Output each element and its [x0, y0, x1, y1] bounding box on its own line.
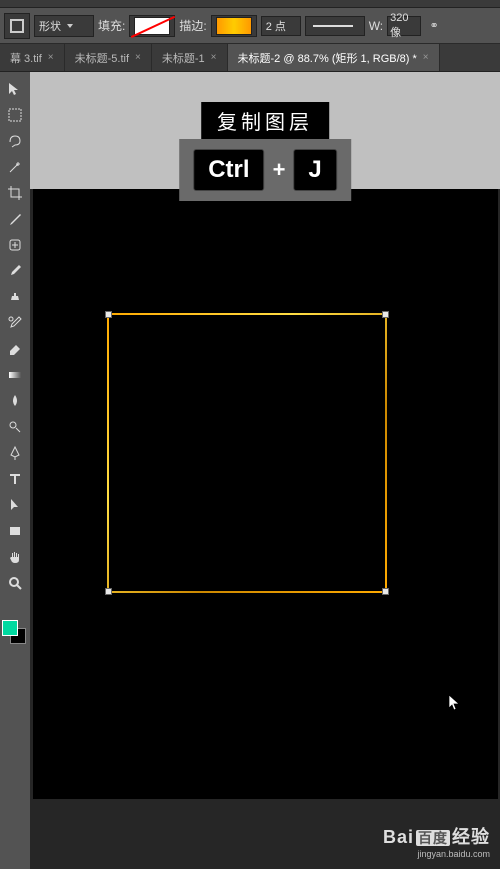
transform-handle[interactable]: [105, 588, 112, 595]
fill-label: 填充:: [98, 17, 125, 34]
shape-mode-label: 形状: [39, 18, 61, 34]
close-icon[interactable]: ×: [211, 52, 217, 63]
stroke-width-value: 2 点: [266, 18, 286, 34]
watermark: Bai百度经验 jingyan.baidu.com: [383, 823, 490, 859]
close-icon[interactable]: ×: [135, 52, 141, 63]
doc-tab[interactable]: 未标题-1 ×: [152, 44, 228, 71]
tooltip-title: 复制图层: [201, 102, 329, 139]
stroke-width-input[interactable]: 2 点: [261, 16, 301, 36]
brush-tool[interactable]: [2, 259, 28, 283]
no-fill-icon: [134, 17, 170, 35]
color-swatches[interactable]: [2, 620, 26, 644]
wm-url: jingyan.baidu.com: [383, 849, 490, 859]
close-icon[interactable]: ×: [48, 52, 54, 63]
close-icon[interactable]: ×: [423, 52, 429, 63]
stroke-swatch[interactable]: [211, 15, 257, 37]
width-input[interactable]: 320 像: [387, 16, 421, 36]
rectangle-tool[interactable]: [2, 519, 28, 543]
gradient-tool[interactable]: [2, 363, 28, 387]
blur-tool[interactable]: [2, 389, 28, 413]
plus-icon: +: [273, 157, 286, 183]
spot-heal-tool[interactable]: [2, 233, 28, 257]
transform-handle[interactable]: [105, 311, 112, 318]
width-label: W:: [369, 19, 383, 33]
type-tool[interactable]: [2, 467, 28, 491]
marquee-tool[interactable]: [2, 103, 28, 127]
hand-tool[interactable]: [2, 545, 28, 569]
document-canvas[interactable]: [33, 189, 498, 799]
lasso-tool[interactable]: [2, 129, 28, 153]
eyedropper-tool[interactable]: [2, 207, 28, 231]
tool-preset-icon[interactable]: [4, 13, 30, 39]
tools-panel: [0, 72, 30, 869]
path-select-tool[interactable]: [2, 493, 28, 517]
transform-handle[interactable]: [382, 588, 389, 595]
chevron-down-icon: [67, 24, 73, 28]
doc-tab[interactable]: 未标题-5.tif ×: [65, 44, 152, 71]
width-value: 320 像: [390, 12, 418, 40]
tab-label: 未标题-2 @ 88.7% (矩形 1, RGB/8) *: [238, 50, 417, 66]
tab-label: 未标题-5.tif: [75, 50, 129, 66]
doc-tab-active[interactable]: 未标题-2 @ 88.7% (矩形 1, RGB/8) * ×: [228, 44, 440, 71]
key-ctrl: Ctrl: [193, 149, 264, 191]
doc-tab[interactable]: 幕 3.tif ×: [0, 44, 65, 71]
shape-mode-dropdown[interactable]: 形状: [34, 15, 94, 37]
options-bar: 形状 填充: 描边: 2 点 W: 320 像 ⚭: [0, 8, 500, 44]
link-icon[interactable]: ⚭: [425, 17, 443, 35]
transform-handle[interactable]: [382, 311, 389, 318]
document-tabs: 幕 3.tif × 未标题-5.tif × 未标题-1 × 未标题-2 @ 88…: [0, 44, 500, 72]
tab-label: 幕 3.tif: [10, 50, 42, 66]
wm-brand-mid: 百度: [416, 830, 450, 846]
magic-wand-tool[interactable]: [2, 155, 28, 179]
foreground-color-swatch[interactable]: [2, 620, 18, 636]
shortcut-tooltip: 复制图层 Ctrl + J: [179, 102, 351, 201]
stroke-label: 描边:: [179, 17, 206, 34]
move-tool[interactable]: [2, 77, 28, 101]
stroke-style-dropdown[interactable]: [305, 16, 365, 36]
fill-swatch[interactable]: [129, 15, 175, 37]
rectangle-shape[interactable]: [107, 313, 387, 593]
key-j: J: [293, 149, 336, 191]
cursor-icon: [448, 694, 462, 712]
history-brush-tool[interactable]: [2, 311, 28, 335]
crop-tool[interactable]: [2, 181, 28, 205]
wm-brand-left: Bai: [383, 827, 414, 847]
eraser-tool[interactable]: [2, 337, 28, 361]
wm-brand-right: 经验: [452, 827, 490, 847]
tab-label: 未标题-1: [162, 50, 205, 66]
dodge-tool[interactable]: [2, 415, 28, 439]
solid-line-icon: [313, 25, 353, 27]
clone-stamp-tool[interactable]: [2, 285, 28, 309]
gradient-swatch-icon: [216, 17, 252, 35]
pen-tool[interactable]: [2, 441, 28, 465]
canvas-area: 复制图层 Ctrl + J Bai百度经验 jingyan.baidu.com: [30, 72, 500, 869]
zoom-tool[interactable]: [2, 571, 28, 595]
